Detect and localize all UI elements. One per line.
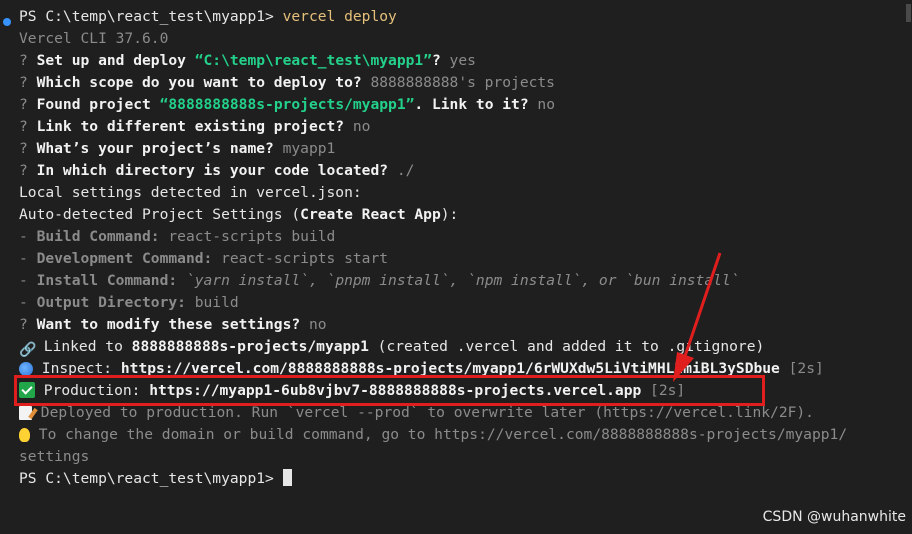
project-name: “8888888888s-projects/myapp1”	[159, 96, 415, 113]
question-text: Set up and deploy	[36, 52, 195, 69]
dash: -	[19, 228, 37, 245]
globe-icon	[19, 362, 33, 376]
question-mark: ?	[19, 162, 37, 179]
memo-icon	[19, 406, 32, 420]
text-cursor	[282, 469, 292, 486]
install-command-line: - Install Command: `yarn install`, `pnpm…	[19, 270, 740, 292]
auto-detected-line: Auto-detected Project Settings (Create R…	[19, 204, 458, 226]
question-mark: ?	[19, 140, 37, 157]
linked-prefix: Linked to	[35, 338, 132, 355]
project-path: “C:\temp\react_test\myapp1”	[194, 52, 432, 69]
light-bulb-icon	[19, 428, 30, 442]
local-settings-line: Local settings detected in vercel.json:	[19, 184, 362, 201]
cli-version: Vercel CLI 37.6.0	[19, 30, 169, 47]
scrollbar-thumb[interactable]	[906, 4, 911, 22]
deployed-text: Deployed to production. Run `vercel --pr…	[32, 404, 814, 421]
inspect-time: [2s]	[779, 360, 824, 377]
question-text: In which directory is your code located?	[36, 162, 397, 179]
linked-suffix: (created .vercel and added it to .gitign…	[368, 338, 765, 355]
link-icon: 🔗	[19, 342, 37, 358]
command-status-dot[interactable]	[3, 18, 11, 26]
question-text: Which scope do you want to deploy to?	[36, 74, 371, 91]
build-command-label: Build Command:	[36, 228, 160, 245]
tip-line: To change the domain or build command, g…	[19, 424, 847, 446]
dash: -	[19, 272, 37, 289]
build-command-value: react-scripts build	[159, 228, 336, 245]
answer-text: ./	[396, 162, 415, 179]
linked-line: 🔗 Linked to 8888888888s-projects/myapp1 …	[19, 336, 764, 358]
vertical-scrollbar[interactable]	[905, 0, 912, 534]
auto-detected-prefix: Auto-detected Project Settings (	[19, 206, 301, 223]
auto-detected-suffix: ):	[440, 206, 459, 223]
tip-line-wrap: settings	[19, 448, 90, 465]
answer-text: 8888888888's projects	[370, 74, 555, 91]
answer-text: no	[308, 316, 327, 333]
linked-project: 8888888888s-projects/myapp1	[131, 338, 369, 355]
question-text: Want to modify these settings?	[36, 316, 309, 333]
output-directory-line: - Output Directory: build	[19, 292, 239, 314]
dev-command-line: - Development Command: react-scripts sta…	[19, 248, 388, 270]
answer-text: yes	[449, 52, 476, 69]
prompt-text: PS C:\temp\react_test\myapp1>	[19, 470, 283, 487]
dev-command-label: Development Command:	[36, 250, 213, 267]
question-suffix: . Link to it?	[414, 96, 538, 113]
question-directory: ? In which directory is your code locate…	[19, 160, 414, 182]
question-text: What’s your project’s name?	[36, 140, 283, 157]
output-directory-label: Output Directory:	[36, 294, 186, 311]
question-found-project: ? Found project “8888888888s-projects/my…	[19, 94, 555, 116]
question-mark: ?	[19, 316, 37, 333]
prompt-text: PS C:\temp\react_test\myapp1>	[19, 8, 283, 25]
install-command-value: `yarn install`, `pnpm install`, `npm ins…	[177, 272, 740, 289]
question-setup: ? Set up and deploy “C:\temp\react_test\…	[19, 50, 476, 72]
command-text: vercel deploy	[282, 8, 397, 25]
question-mark: ?	[19, 118, 37, 135]
dash: -	[19, 294, 37, 311]
question-scope: ? Which scope do you want to deploy to? …	[19, 72, 555, 94]
question-project-name: ? What’s your project’s name? myapp1	[19, 138, 335, 160]
dev-command-value: react-scripts start	[212, 250, 389, 267]
watermark-text: CSDN @wuhanwhite	[762, 509, 906, 525]
dash: -	[19, 250, 37, 267]
question-text: Found project	[36, 96, 160, 113]
terminal-output[interactable]: PS C:\temp\react_test\myapp1> vercel dep…	[0, 6, 905, 534]
question-mark: ?	[19, 74, 37, 91]
question-link-different: ? Link to different existing project? no	[19, 116, 370, 138]
question-text: Link to different existing project?	[36, 118, 353, 135]
framework-name: Create React App	[300, 206, 441, 223]
output-directory-value: build	[185, 294, 239, 311]
command-line: PS C:\temp\react_test\myapp1> vercel dep…	[19, 6, 397, 28]
final-prompt-line[interactable]: PS C:\temp\react_test\myapp1>	[19, 468, 292, 490]
answer-text: no	[537, 96, 555, 113]
tip-text: To change the domain or build command, g…	[30, 426, 848, 443]
answer-text: myapp1	[282, 140, 336, 157]
question-suffix: ?	[431, 52, 450, 69]
red-highlight-box	[14, 375, 765, 406]
build-command-line: - Build Command: react-scripts build	[19, 226, 335, 248]
question-mark: ?	[19, 96, 37, 113]
question-modify-settings: ? Want to modify these settings? no	[19, 314, 327, 336]
answer-text: no	[352, 118, 371, 135]
question-mark: ?	[19, 52, 37, 69]
install-command-label: Install Command:	[36, 272, 178, 289]
